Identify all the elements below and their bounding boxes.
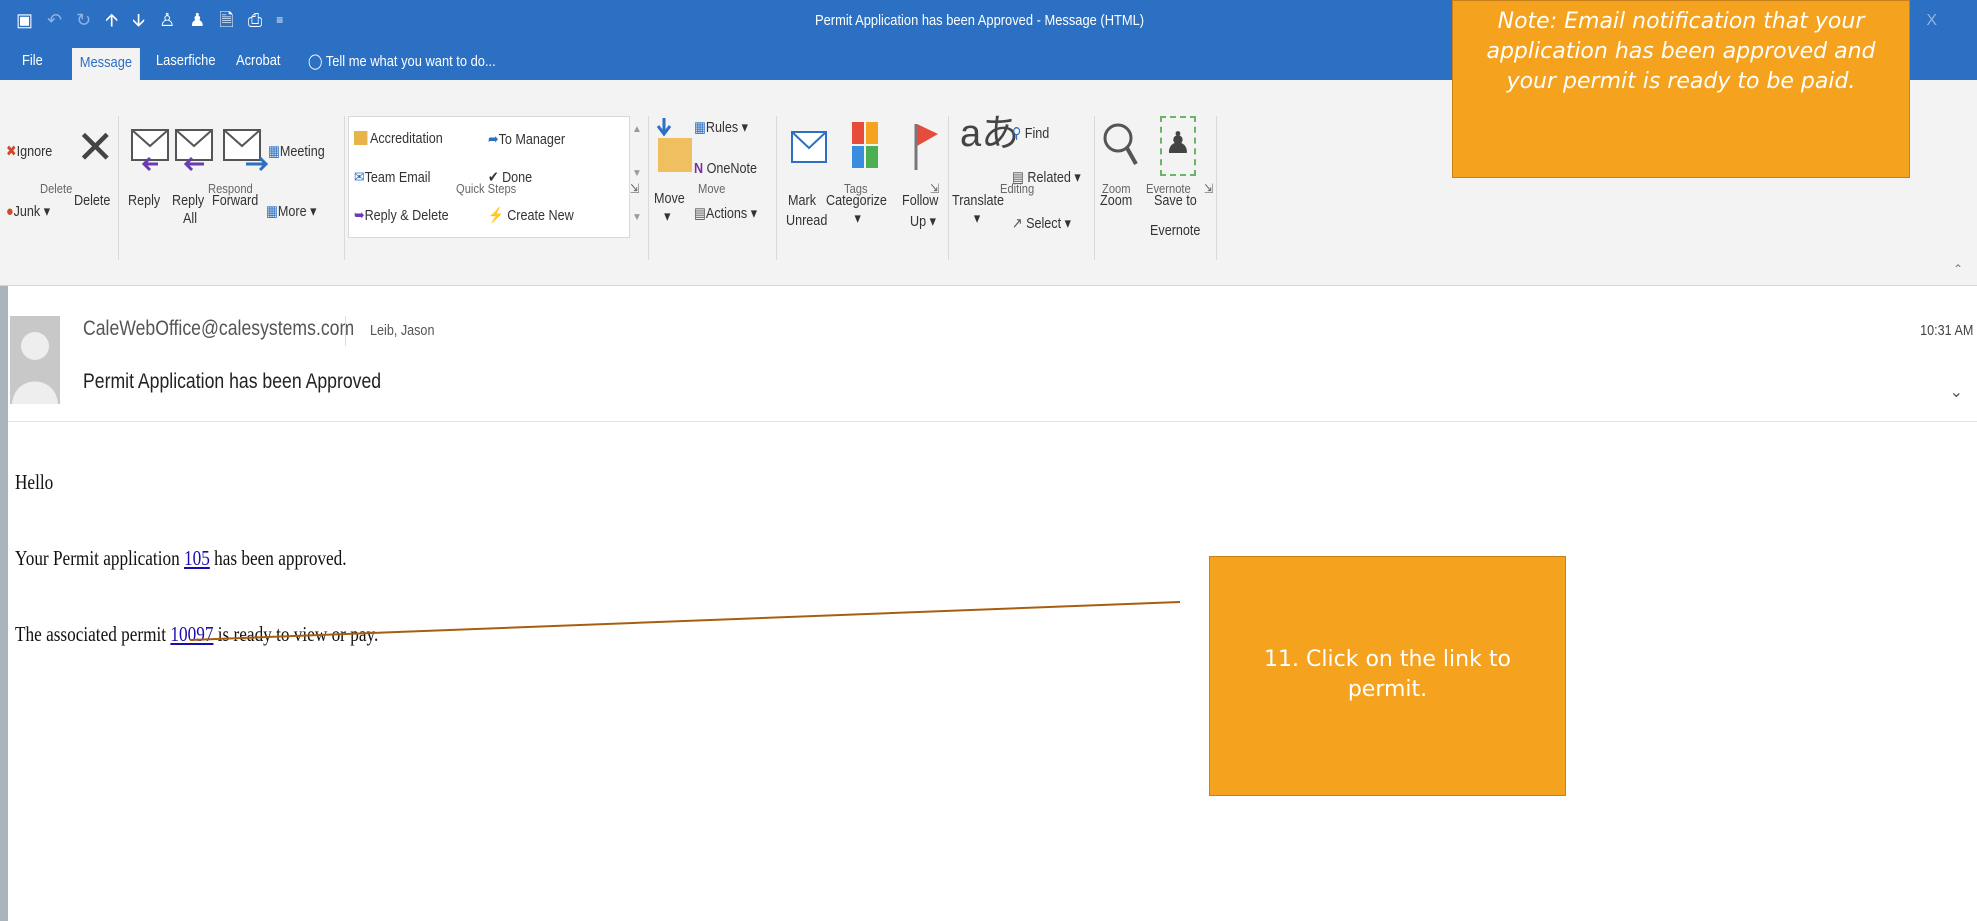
outlook-message-window: ▣ ↶ ↻ 🡩 🡫 ♙ ♟ 🗎 ⎙ ≡ Permit Application h… [0,0,1977,921]
note-callout: Note: Email notification that your appli… [1452,0,1910,178]
step-callout: 11. Click on the link to permit. [1209,556,1566,796]
connector-line [189,601,1181,641]
